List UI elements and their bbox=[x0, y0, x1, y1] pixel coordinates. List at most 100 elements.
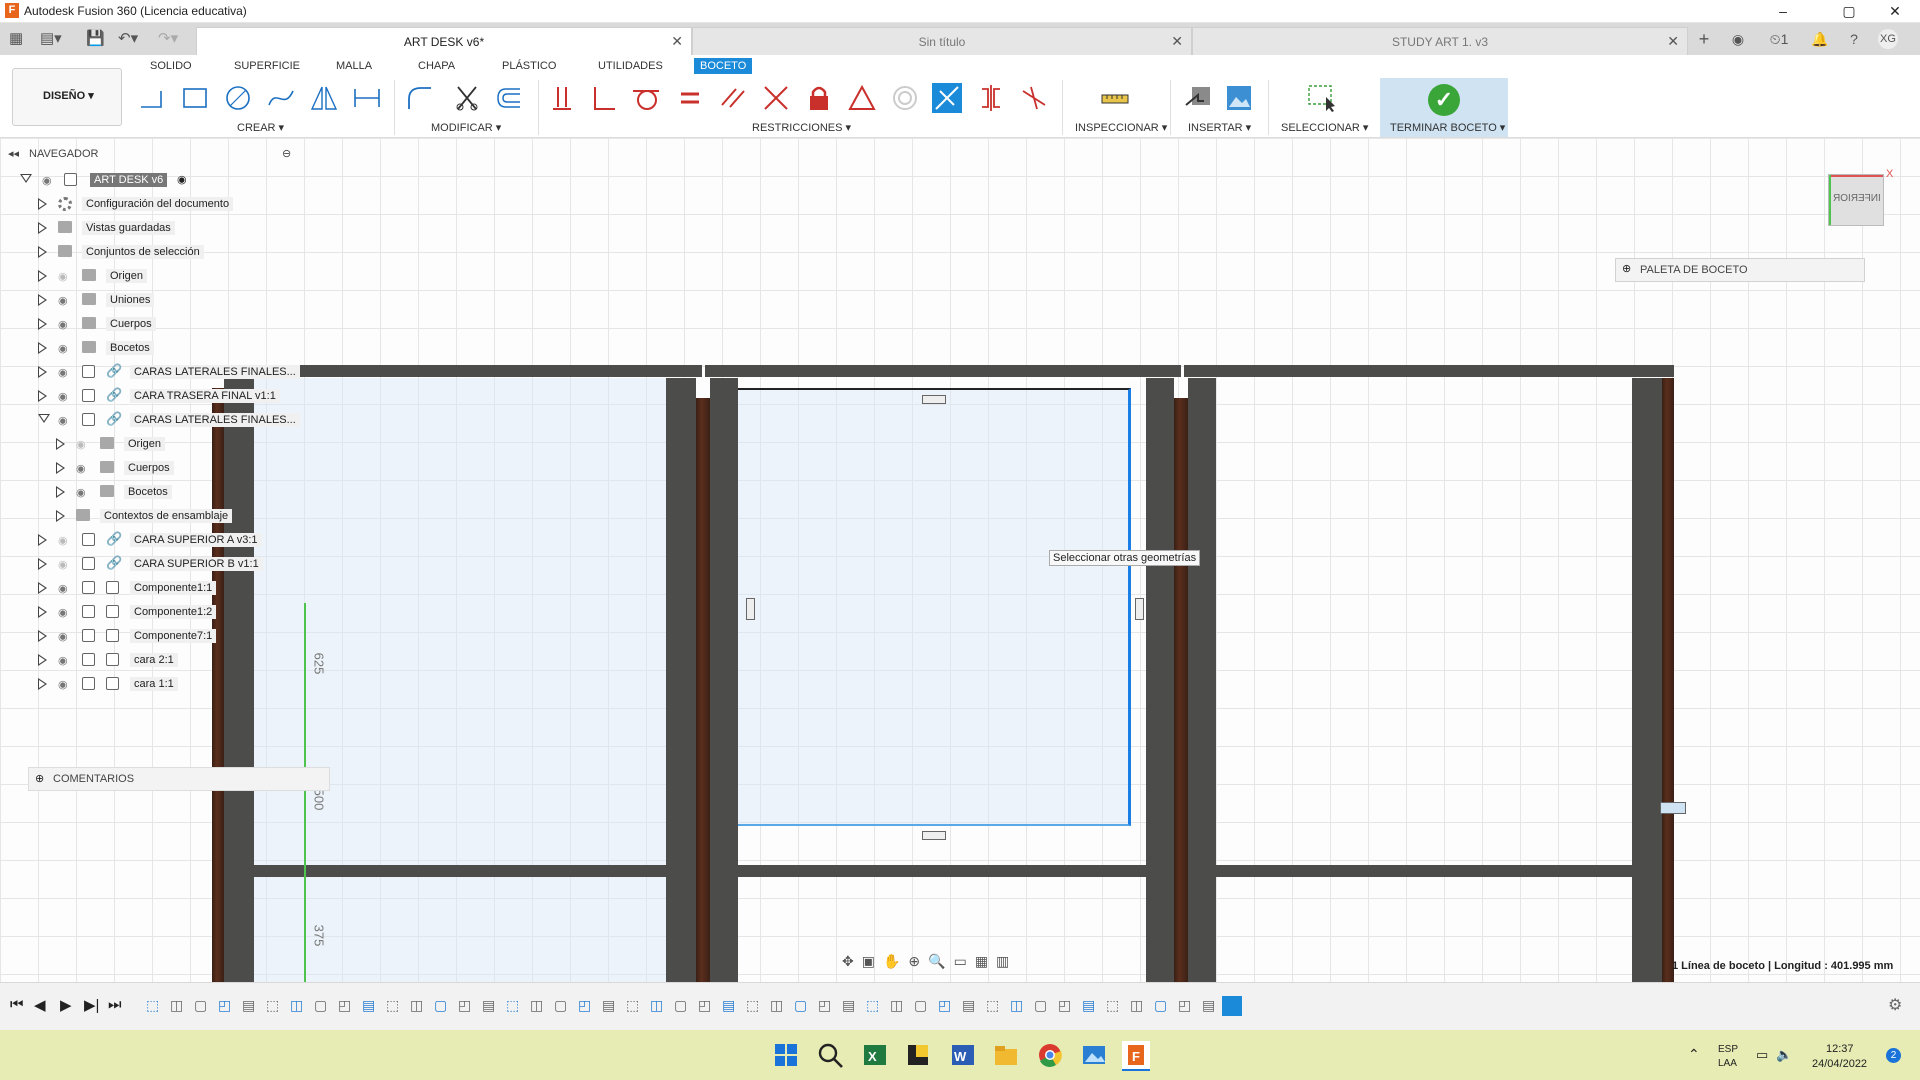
workspace-switcher[interactable]: DISEÑO ▾ bbox=[12, 68, 122, 126]
timeline-feature-icon[interactable]: ◰ bbox=[698, 997, 711, 1014]
windows-start-icon[interactable] bbox=[772, 1041, 800, 1069]
timeline-feature-icon[interactable]: ⬚ bbox=[266, 997, 279, 1014]
top-beam-center[interactable] bbox=[705, 365, 1181, 377]
timeline-feature-icon[interactable]: ▢ bbox=[1154, 997, 1167, 1014]
leg-center-right[interactable] bbox=[1174, 398, 1188, 982]
tab-solido[interactable]: SOLIDO bbox=[144, 58, 198, 74]
minimize-button[interactable]: – bbox=[1760, 0, 1806, 22]
curvature-constraint-icon[interactable] bbox=[932, 83, 962, 113]
visibility-eye-icon[interactable]: ◉ bbox=[58, 366, 68, 379]
post-center-left[interactable] bbox=[710, 378, 738, 982]
equal-constraint-icon[interactable] bbox=[675, 83, 705, 113]
expand-arrow-icon[interactable] bbox=[56, 462, 65, 474]
fix-constraint-icon[interactable] bbox=[804, 83, 834, 113]
notifications-icon[interactable]: 🔔 bbox=[1810, 29, 1830, 49]
timeline-feature-icon[interactable]: ⬚ bbox=[1106, 997, 1119, 1014]
comments-panel[interactable]: ⊕ COMENTARIOS bbox=[28, 767, 330, 791]
leg-center-left[interactable] bbox=[696, 398, 710, 982]
visibility-eye-icon[interactable]: ◉ bbox=[42, 174, 52, 187]
post-left[interactable] bbox=[224, 378, 254, 982]
timeline-feature-icon[interactable]: ⬚ bbox=[746, 997, 759, 1014]
expand-arrow-icon[interactable] bbox=[38, 678, 47, 690]
collapse-arrow-icon[interactable] bbox=[20, 174, 32, 183]
go-to-end-icon[interactable]: ⏭ bbox=[108, 996, 122, 1013]
parallel-constraint-icon[interactable] bbox=[718, 83, 748, 113]
offset-tool-icon[interactable] bbox=[494, 83, 524, 113]
timeline-feature-icon[interactable]: ◰ bbox=[1178, 997, 1191, 1014]
help-icon[interactable]: ? bbox=[1844, 29, 1864, 49]
timeline-feature-icon[interactable]: ◰ bbox=[578, 997, 591, 1014]
tab-boceto[interactable]: BOCETO bbox=[694, 58, 753, 74]
clock-date[interactable]: 24/04/2022 bbox=[1812, 1058, 1867, 1070]
tab-study-art[interactable]: STUDY ART 1. v3 ✕ bbox=[1192, 27, 1688, 56]
constraint-glyph[interactable] bbox=[922, 395, 946, 404]
display-settings-icon[interactable]: ▭ bbox=[954, 953, 975, 969]
orbit-icon[interactable]: ✥ bbox=[842, 953, 862, 969]
timeline-feature-icon[interactable]: ▤ bbox=[1202, 997, 1215, 1014]
timeline-feature-icon[interactable]: ◫ bbox=[1130, 997, 1143, 1014]
group-modificar[interactable]: MODIFICAR ▾ bbox=[431, 121, 501, 134]
expand-arrow-icon[interactable] bbox=[38, 294, 47, 306]
timeline-feature-icon[interactable]: ▢ bbox=[194, 997, 207, 1014]
bottom-beam-left[interactable] bbox=[224, 865, 696, 877]
word-icon[interactable]: W bbox=[948, 1041, 976, 1069]
tab-superficie[interactable]: SUPERFICIE bbox=[228, 58, 306, 74]
measure-tool-icon[interactable] bbox=[1100, 83, 1130, 113]
collinear-constraint-icon[interactable] bbox=[761, 83, 791, 113]
timeline-feature-icon[interactable]: ▤ bbox=[482, 997, 495, 1014]
expand-arrow-icon[interactable] bbox=[38, 366, 47, 378]
jobs-icon[interactable]: ⏲1 bbox=[1762, 29, 1796, 49]
post-center-right[interactable] bbox=[1146, 378, 1174, 982]
pan-icon[interactable]: ✋ bbox=[883, 953, 908, 969]
timeline-feature-icon[interactable]: ▢ bbox=[794, 997, 807, 1014]
timeline-feature-icon[interactable]: ⬚ bbox=[386, 997, 399, 1014]
post-right[interactable] bbox=[1632, 378, 1662, 982]
browser-options-icon[interactable]: ⊖ bbox=[282, 147, 291, 160]
visibility-eye-icon[interactable]: ◉ bbox=[58, 654, 68, 667]
tab-malla[interactable]: MALLA bbox=[330, 58, 378, 74]
perpendicular-constraint-icon[interactable] bbox=[589, 83, 619, 113]
sketch-palette-header[interactable]: ⊕ PALETA DE BOCETO bbox=[1615, 258, 1865, 282]
insert-derive-icon[interactable] bbox=[1184, 83, 1214, 113]
fillet-tool-icon[interactable] bbox=[405, 83, 435, 113]
timeline-feature-icon[interactable]: ◫ bbox=[890, 997, 903, 1014]
tab-sin-titulo[interactable]: Sin título ✕ bbox=[692, 27, 1192, 56]
visibility-hidden-icon[interactable]: ◉ bbox=[58, 558, 68, 571]
tangent-constraint-icon[interactable] bbox=[631, 83, 661, 113]
timeline-feature-icon[interactable]: ▢ bbox=[914, 997, 927, 1014]
timeline-feature-icon[interactable]: ▤ bbox=[722, 997, 735, 1014]
constraint-glyph[interactable] bbox=[1135, 598, 1144, 620]
timeline-feature-icon[interactable]: ◫ bbox=[530, 997, 543, 1014]
timeline-feature-icon[interactable]: ▤ bbox=[842, 997, 855, 1014]
look-at-icon[interactable]: ▣ bbox=[862, 953, 883, 969]
timeline-feature-icon[interactable]: ◫ bbox=[770, 997, 783, 1014]
timeline-feature-icon[interactable]: ⬚ bbox=[866, 997, 879, 1014]
step-back-icon[interactable]: ◀ bbox=[34, 996, 46, 1014]
timeline-feature-icon[interactable]: ▢ bbox=[1034, 997, 1047, 1014]
timeline-feature-icon[interactable]: ◰ bbox=[938, 997, 951, 1014]
visibility-eye-icon[interactable]: ◉ bbox=[58, 606, 68, 619]
undo-icon[interactable]: ↶▾ bbox=[118, 29, 138, 47]
dimension-tool-icon[interactable] bbox=[352, 83, 382, 113]
expand-arrow-icon[interactable] bbox=[38, 342, 47, 354]
tab-utilidades[interactable]: UTILIDADES bbox=[592, 58, 669, 74]
expand-arrow-icon[interactable] bbox=[38, 390, 47, 402]
close-tab-icon[interactable]: ✕ bbox=[1667, 33, 1679, 50]
viewcube[interactable]: INFERIOR bbox=[1828, 174, 1884, 226]
tab-chapa[interactable]: CHAPA bbox=[412, 58, 461, 74]
constraint-glyph[interactable] bbox=[922, 831, 946, 840]
search-icon[interactable] bbox=[816, 1041, 844, 1069]
visibility-eye-icon[interactable]: ◉ bbox=[58, 414, 68, 427]
expand-arrow-icon[interactable] bbox=[38, 558, 47, 570]
line-tool-icon[interactable] bbox=[137, 83, 167, 113]
visibility-eye-icon[interactable]: ◉ bbox=[58, 678, 68, 691]
new-tab-icon[interactable]: + bbox=[1694, 29, 1714, 49]
play-icon[interactable]: ▶ bbox=[60, 996, 72, 1014]
viewport-canvas[interactable]: 625 500 375 Seleccionar otras geometrías… bbox=[0, 138, 1920, 982]
language-primary[interactable]: ESP bbox=[1718, 1044, 1738, 1055]
expand-arrow-icon[interactable] bbox=[38, 582, 47, 594]
coincident-constraint-icon[interactable] bbox=[547, 83, 577, 113]
timeline-feature-icon[interactable]: ⬚ bbox=[986, 997, 999, 1014]
step-forward-icon[interactable]: ▶| bbox=[84, 996, 99, 1014]
timeline-feature-icon[interactable]: ◰ bbox=[458, 997, 471, 1014]
